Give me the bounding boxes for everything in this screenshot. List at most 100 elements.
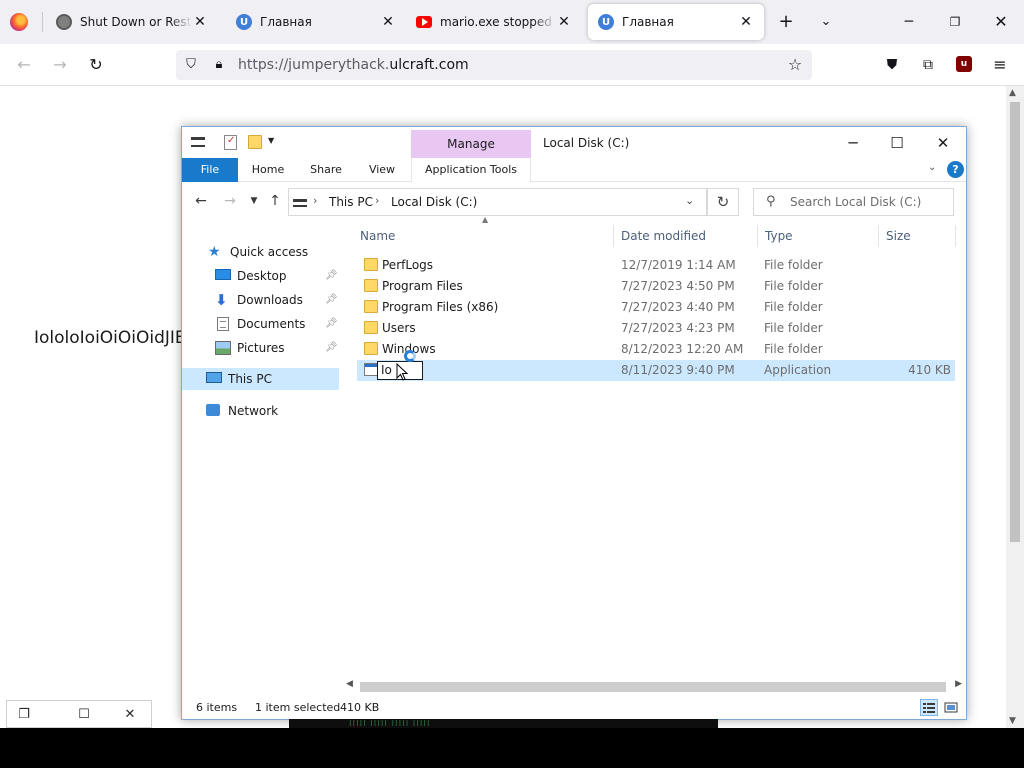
close-icon[interactable]: ✕ xyxy=(119,705,141,725)
nav-pictures[interactable]: Pictures 📌︎ xyxy=(215,337,339,359)
lock-icon[interactable]: 🔒︎ xyxy=(210,56,228,74)
close-window-icon[interactable]: ✕ xyxy=(983,8,1019,36)
nav-downloads[interactable]: ⬇ Downloads 📌︎ xyxy=(215,289,339,311)
nav-desktop[interactable]: Desktop 📌︎ xyxy=(215,265,339,287)
tab-share[interactable]: Share xyxy=(300,158,352,182)
tab-glavnaya-active[interactable]: U Главная ✕ xyxy=(588,4,764,40)
properties-icon[interactable] xyxy=(224,135,237,150)
refresh-icon[interactable]: ↻ xyxy=(707,188,739,216)
tracking-shield-icon[interactable]: ⛉ xyxy=(182,56,200,74)
tab-shut-down[interactable]: Shut Down or Restart Windows ✕ xyxy=(46,4,218,40)
tab-view[interactable]: View xyxy=(356,158,408,182)
address-dropdown-icon[interactable]: ⌄ xyxy=(685,194,694,207)
reload-icon[interactable]: ↻ xyxy=(84,53,108,77)
column-divider[interactable] xyxy=(955,225,956,247)
file-row-windows[interactable]: Windows 8/12/2023 12:20 AM File folder xyxy=(357,339,955,360)
back-arrow-icon[interactable]: ← xyxy=(12,53,36,77)
hamburger-menu-icon[interactable]: ≡ xyxy=(988,53,1012,77)
search-input[interactable] xyxy=(790,192,950,212)
file-row-io-application[interactable]: Io 8/11/2023 9:40 PM Application 410 KB xyxy=(357,350,955,381)
firefox-logo-icon[interactable] xyxy=(10,13,28,31)
large-icons-view-icon[interactable] xyxy=(942,699,960,716)
new-tab-icon[interactable]: + xyxy=(774,10,798,34)
tab-close-icon[interactable]: ✕ xyxy=(556,14,572,30)
page-scrollbar[interactable]: ▲ ▼ xyxy=(1006,86,1024,728)
breadcrumb-separator-icon[interactable]: › xyxy=(375,194,379,207)
explorer-maximize-icon[interactable]: ☐ xyxy=(874,129,920,157)
list-tabs-chevron-icon[interactable]: ⌄ xyxy=(814,10,838,34)
file-row-program-files-x86[interactable]: Program Files (x86) 7/27/2023 4:40 PM Fi… xyxy=(357,297,955,318)
column-divider[interactable] xyxy=(878,225,879,247)
bookmark-star-icon[interactable]: ☆ xyxy=(786,56,804,74)
tab-close-icon[interactable]: ✕ xyxy=(738,14,754,30)
url-bar[interactable]: ⛉ 🔒︎ https://jumperythack.ulcraft.com ☆ xyxy=(176,50,812,80)
column-header-row: ▲ Name Date modified Type Size xyxy=(357,215,957,247)
breadcrumb-local-disk[interactable]: Local Disk (C:) xyxy=(391,195,477,209)
explorer-title-bar[interactable]: ▼ Manage Local Disk (C:) ─ ☐ ✕ xyxy=(182,127,966,158)
forward-arrow-icon[interactable]: → xyxy=(48,53,72,77)
minimize-icon[interactable]: ─ xyxy=(891,8,927,36)
restore-icon[interactable]: ❐ xyxy=(13,705,35,725)
help-icon[interactable]: ? xyxy=(947,161,964,178)
nav-documents[interactable]: Documents 📌︎ xyxy=(215,313,339,335)
column-type[interactable]: Type xyxy=(765,225,793,247)
nav-this-pc[interactable]: This PC xyxy=(182,368,339,390)
file-row-users[interactable]: Users 7/27/2023 4:23 PM File folder xyxy=(357,318,955,339)
column-date-modified[interactable]: Date modified xyxy=(621,225,706,247)
new-folder-icon[interactable] xyxy=(248,135,262,149)
ublock-origin-icon[interactable]: u xyxy=(956,56,972,72)
tab-application-tools[interactable]: Application Tools xyxy=(411,158,531,182)
horizontal-scrollbar[interactable]: ◀ ▶ xyxy=(342,679,966,695)
tab-close-icon[interactable]: ✕ xyxy=(380,14,396,30)
restore-icon[interactable]: ❐ xyxy=(937,8,973,36)
tab-glavnaya-1[interactable]: U Главная ✕ xyxy=(226,4,406,40)
breadcrumb-this-pc[interactable]: This PC xyxy=(329,195,373,209)
column-size[interactable]: Size xyxy=(886,225,911,247)
expand-ribbon-chevron-icon[interactable]: ⌄ xyxy=(928,162,936,173)
file-row-program-files[interactable]: Program Files 7/27/2023 4:50 PM File fol… xyxy=(357,276,955,297)
column-divider[interactable] xyxy=(613,225,614,247)
pin-icon[interactable]: 📌︎ xyxy=(325,289,338,311)
up-arrow-icon[interactable]: ↑ xyxy=(265,191,285,211)
quick-access-dropdown-icon[interactable]: ▼ xyxy=(268,136,284,152)
extensions-icon[interactable]: ⧉ xyxy=(916,53,940,77)
drive-icon xyxy=(293,199,307,207)
recent-locations-icon[interactable]: ▼ xyxy=(244,191,264,211)
explorer-close-icon[interactable]: ✕ xyxy=(920,129,966,157)
search-box[interactable]: ⚲ xyxy=(753,188,954,216)
url-text[interactable]: https://jumperythack.ulcraft.com xyxy=(238,57,469,73)
address-bar[interactable]: › This PC › Local Disk (C:) ⌄ xyxy=(288,188,707,216)
tab-close-icon[interactable]: ✕ xyxy=(192,14,208,30)
maximize-icon[interactable]: ☐ xyxy=(73,705,95,725)
scrollbar-thumb[interactable] xyxy=(360,682,946,692)
pin-icon[interactable]: 📌︎ xyxy=(325,265,338,287)
tab-file[interactable]: File xyxy=(182,158,238,182)
details-view-icon[interactable] xyxy=(920,699,938,716)
explorer-minimize-icon[interactable]: ─ xyxy=(830,129,876,157)
scrollbar-thumb[interactable] xyxy=(1010,102,1020,542)
scroll-right-arrow-icon[interactable]: ▶ xyxy=(955,679,962,689)
column-name[interactable]: Name xyxy=(360,225,395,247)
file-name: Users xyxy=(382,321,416,335)
back-icon[interactable]: ← xyxy=(191,191,211,211)
tab-home[interactable]: Home xyxy=(242,158,294,182)
pocket-icon[interactable]: ⛊ xyxy=(880,53,904,77)
page-body-text: IololoIoiOiOiOidJIE xyxy=(34,328,186,348)
nav-quick-access[interactable]: ★ Quick access xyxy=(208,241,338,263)
tab-mario-exe[interactable]: mario.exe stopped working ✕ xyxy=(406,4,582,40)
forward-icon[interactable]: → xyxy=(220,191,240,211)
desktop-icon xyxy=(215,269,231,280)
file-row-perflogs[interactable]: PerfLogs 12/7/2019 1:14 AM File folder xyxy=(357,255,955,276)
folder-icon xyxy=(364,279,378,292)
pin-icon[interactable]: 📌︎ xyxy=(325,313,338,335)
pin-icon[interactable]: 📌︎ xyxy=(325,337,338,359)
scroll-up-arrow-icon[interactable]: ▲ xyxy=(1009,88,1016,98)
url-prefix: https://jumperythack. xyxy=(238,57,390,73)
nav-network[interactable]: Network xyxy=(206,400,336,422)
column-divider[interactable] xyxy=(757,225,758,247)
breadcrumb-separator-icon[interactable]: › xyxy=(313,194,317,207)
scroll-down-arrow-icon[interactable]: ▼ xyxy=(1009,716,1016,726)
file-date: 7/27/2023 4:23 PM xyxy=(621,321,735,335)
mouse-pointer-icon xyxy=(396,363,408,381)
scroll-left-arrow-icon[interactable]: ◀ xyxy=(346,679,353,689)
